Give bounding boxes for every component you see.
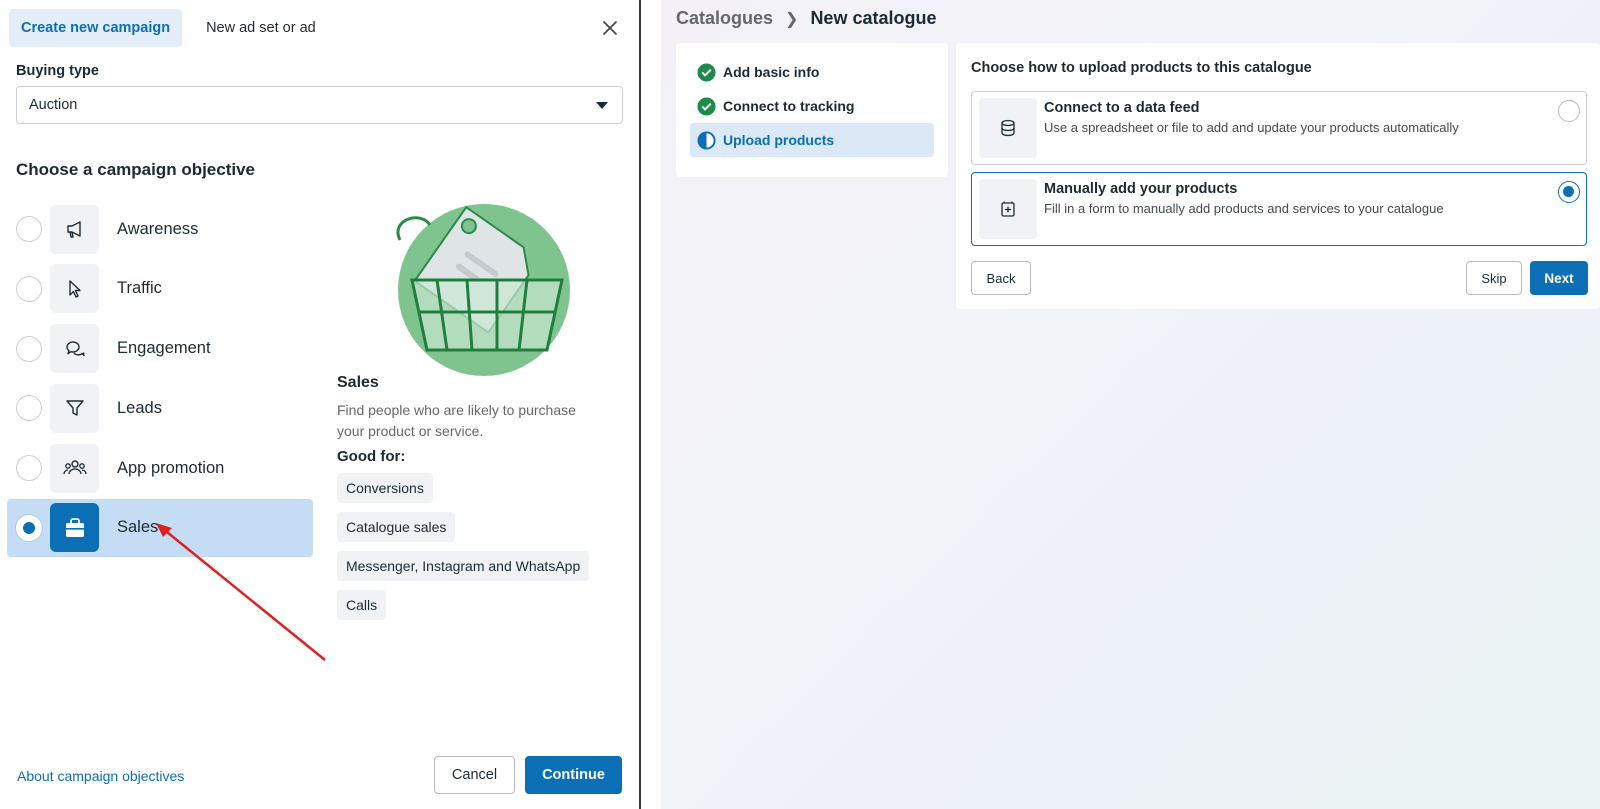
- option-data-feed[interactable]: Connect to a data feed Use a spreadsheet…: [971, 91, 1587, 165]
- new-catalogue-page: Catalogues ❯ New catalogue Add basic inf…: [661, 0, 1600, 809]
- dialog-tabs: Create new campaign New ad set or ad: [9, 9, 328, 47]
- continue-button[interactable]: Continue: [525, 756, 622, 794]
- setup-steps: Add basic info Connect to tracking Uploa…: [676, 43, 948, 177]
- step-label: Upload products: [723, 132, 835, 148]
- objective-radio[interactable]: [16, 275, 42, 302]
- chevron-right-icon: ❯: [785, 10, 799, 28]
- objective-engagement[interactable]: Engagement: [7, 320, 313, 378]
- objective-label: Sales: [117, 518, 159, 537]
- objective-radio-selected[interactable]: [16, 514, 42, 541]
- step-connect-to-tracking[interactable]: Connect to tracking: [690, 89, 934, 123]
- step-label: Connect to tracking: [723, 98, 855, 114]
- step-upload-products[interactable]: Upload products: [690, 123, 934, 157]
- good-for-chip: Messenger, Instagram and WhatsApp: [337, 551, 590, 581]
- objective-leads[interactable]: Leads: [7, 379, 313, 437]
- back-button[interactable]: Back: [971, 261, 1031, 295]
- buying-type-select[interactable]: Auction: [16, 86, 623, 124]
- good-for-chip: Catalogue sales: [337, 512, 456, 542]
- objective-radio[interactable]: [16, 395, 42, 422]
- cursor-icon: [50, 264, 99, 314]
- tab-new-ad-set-or-ad[interactable]: New ad set or ad: [194, 9, 328, 47]
- breadcrumb: Catalogues ❯ New catalogue: [676, 8, 936, 29]
- good-for-chips: Conversions Catalogue sales Messenger, I…: [337, 473, 627, 620]
- tab-create-new-campaign[interactable]: Create new campaign: [9, 9, 183, 47]
- skip-button[interactable]: Skip: [1466, 261, 1522, 295]
- people-icon: [50, 443, 99, 493]
- upload-title: Choose how to upload products to this ca…: [971, 60, 1312, 76]
- detail-title: Sales: [337, 374, 379, 391]
- upload-products-card: Choose how to upload products to this ca…: [956, 43, 1600, 309]
- buying-type-value: Auction: [29, 97, 78, 113]
- detail-description: Find people who are likely to purchase y…: [337, 402, 576, 439]
- create-campaign-dialog: Create new campaign New ad set or ad Buy…: [0, 0, 641, 809]
- good-for-chip: Calls: [337, 590, 387, 620]
- option-description: Fill in a form to manually add products …: [1044, 201, 1444, 216]
- caret-down-icon: [596, 102, 608, 109]
- cancel-button[interactable]: Cancel: [434, 756, 515, 794]
- option-description: Use a spreadsheet or file to add and upd…: [1044, 120, 1459, 135]
- filter-icon: [50, 383, 99, 433]
- objective-sales[interactable]: Sales: [7, 498, 313, 557]
- megaphone-icon: [50, 204, 99, 254]
- objective-traffic[interactable]: Traffic: [7, 260, 313, 318]
- database-icon: [979, 98, 1037, 158]
- close-icon[interactable]: [600, 18, 620, 38]
- step-add-basic-info[interactable]: Add basic info: [690, 55, 934, 89]
- breadcrumb-current: New catalogue: [810, 8, 937, 28]
- option-radio-selected[interactable]: [1558, 181, 1580, 203]
- next-button[interactable]: Next: [1530, 261, 1588, 295]
- option-title: Manually add your products: [1044, 181, 1238, 197]
- sales-illustration: [396, 204, 570, 376]
- objective-list: Awareness Traffic Engagement Leads App p…: [7, 200, 313, 559]
- objective-radio[interactable]: [16, 335, 42, 362]
- objective-heading: Choose a campaign objective: [16, 160, 256, 179]
- objective-awareness[interactable]: Awareness: [7, 200, 313, 258]
- objective-label: App promotion: [117, 458, 225, 477]
- objective-detail: Sales Find people who are likely to purc…: [337, 374, 627, 629]
- add-product-icon: [979, 179, 1037, 239]
- objective-radio[interactable]: [16, 455, 42, 482]
- good-for-chip: Conversions: [337, 473, 433, 503]
- option-title: Connect to a data feed: [1044, 100, 1200, 116]
- chat-bubbles-icon: [50, 324, 99, 374]
- objective-label: Awareness: [117, 219, 199, 238]
- objective-label: Leads: [117, 398, 162, 417]
- check-circle-icon: [697, 62, 716, 82]
- objective-label: Traffic: [117, 279, 162, 298]
- step-label: Add basic info: [723, 64, 820, 80]
- about-campaign-objectives-link[interactable]: About campaign objectives: [17, 768, 184, 784]
- objective-label: Engagement: [117, 339, 211, 358]
- good-for-label: Good for:: [337, 448, 406, 465]
- objective-app-promotion[interactable]: App promotion: [7, 439, 313, 497]
- check-circle-icon: [697, 96, 716, 116]
- option-manual[interactable]: Manually add your products Fill in a for…: [971, 172, 1587, 246]
- objective-radio[interactable]: [16, 216, 42, 242]
- buying-type-label: Buying type: [16, 63, 99, 79]
- option-radio[interactable]: [1558, 100, 1580, 122]
- shopping-bag-icon: [50, 503, 99, 553]
- breadcrumb-catalogues-link[interactable]: Catalogues: [676, 8, 773, 29]
- half-circle-progress-icon: [697, 130, 716, 150]
